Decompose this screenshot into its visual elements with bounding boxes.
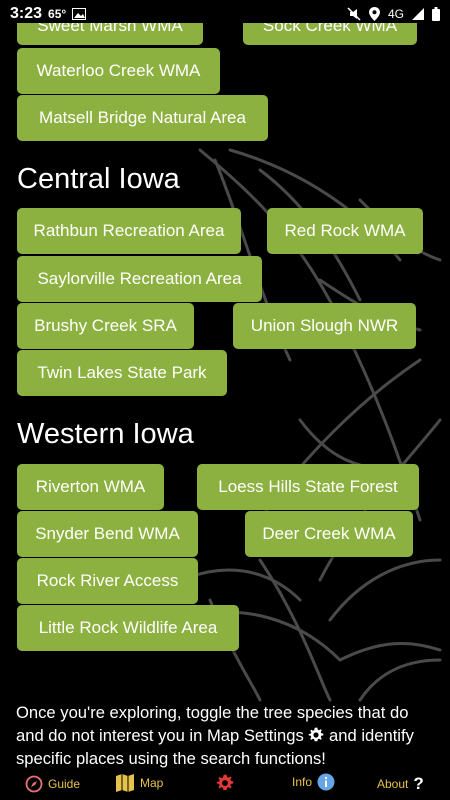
info-text: Once you're exploring, toggle the tree s…: [16, 701, 436, 770]
map-icon: [116, 774, 134, 792]
nav-map-label: Map: [140, 776, 164, 790]
mute-icon: [347, 7, 361, 21]
gear-icon: [309, 727, 324, 742]
section-title-western: Western Iowa: [17, 418, 194, 450]
place-chip[interactable]: Loess Hills State Forest: [197, 464, 419, 510]
status-temperature: 65°: [48, 7, 67, 21]
status-bar: 3:23 65° 4G: [0, 0, 450, 28]
nav-guide[interactable]: Guide: [25, 775, 80, 793]
place-chip[interactable]: Riverton WMA: [17, 464, 164, 510]
nav-settings[interactable]: [216, 774, 234, 792]
signal-icon: [412, 8, 424, 20]
nav-about-label: About: [377, 777, 409, 791]
place-chip[interactable]: Deer Creek WMA: [245, 511, 413, 557]
compass-icon: [25, 775, 43, 793]
place-chip[interactable]: Saylorville Recreation Area: [17, 256, 262, 302]
gallery-notification-icon: [72, 8, 87, 20]
place-chip[interactable]: Twin Lakes State Park: [17, 350, 227, 396]
nav-guide-label: Guide: [48, 777, 81, 791]
place-chip[interactable]: Brushy Creek SRA: [17, 303, 194, 349]
place-chip[interactable]: Rathbun Recreation Area: [17, 208, 241, 254]
battery-icon: [432, 7, 440, 21]
place-chip[interactable]: Rock River Access: [17, 558, 198, 604]
settings-gear-icon: [216, 774, 234, 791]
place-chip[interactable]: Snyder Bend WMA: [17, 511, 198, 557]
status-right-icons: 4G: [347, 7, 440, 21]
nav-info-label: Info: [292, 775, 313, 789]
network-type: 4G: [387, 7, 404, 21]
bottom-navigation: Guide Map Info About ?: [0, 770, 450, 800]
status-time: 3:23: [10, 5, 43, 22]
location-icon: [368, 7, 380, 21]
place-chip[interactable]: Red Rock WMA: [267, 208, 423, 254]
place-chip[interactable]: Matsell Bridge Natural Area: [17, 95, 268, 141]
info-icon: [317, 773, 335, 791]
nav-about[interactable]: About ?: [377, 774, 424, 794]
place-chip[interactable]: Union Slough NWR: [233, 303, 416, 349]
places-list: Sweet Marsh WMA Sock Creek WMA Waterloo …: [0, 0, 450, 770]
question-mark-icon: ?: [413, 774, 424, 793]
nav-map[interactable]: Map: [115, 773, 163, 793]
nav-info[interactable]: Info: [292, 773, 335, 791]
section-title-central: Central Iowa: [17, 163, 180, 195]
place-chip[interactable]: Little Rock Wildlife Area: [17, 605, 239, 651]
place-chip[interactable]: Waterloo Creek WMA: [17, 48, 220, 94]
